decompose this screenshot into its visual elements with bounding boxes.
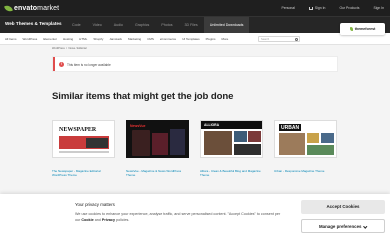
notice-accent-bar bbox=[53, 57, 55, 71]
personal-link[interactable]: Personal bbox=[282, 6, 295, 10]
subnav-ui-templates[interactable]: UI Templates bbox=[182, 37, 199, 41]
breadcrumb: WordPress / News / Editorial bbox=[52, 47, 87, 50]
cookie-text: We use cookies to enhance your experienc… bbox=[75, 212, 281, 222]
category-nav: Web Themes & Templates Code Video Audio … bbox=[0, 16, 390, 33]
unavailable-notice: ! This item is no longer available bbox=[52, 56, 338, 72]
category-items: Code Video Audio Graphics Photos 3D File… bbox=[66, 17, 250, 33]
cart-link[interactable]: Sign In bbox=[308, 6, 325, 10]
themeforest-badge[interactable]: themeforest bbox=[340, 23, 385, 35]
similar-items-heading: Similar items that might get the job don… bbox=[52, 91, 234, 102]
subnav-ecommerce[interactable]: eCommerce bbox=[160, 37, 176, 41]
category-code[interactable]: Code bbox=[66, 17, 87, 33]
item-thumbnail[interactable]: URBAN bbox=[274, 120, 337, 158]
logo-bold-text: envato bbox=[14, 4, 38, 12]
category-photos[interactable]: Photos bbox=[155, 17, 178, 33]
category-3d-files[interactable]: 3D Files bbox=[179, 17, 204, 33]
accept-cookies-button[interactable]: Accept Cookies bbox=[301, 200, 385, 214]
item-title-link[interactable]: Alliora - Clean & Beautiful Blog and Mag… bbox=[200, 169, 263, 177]
item-thumbnail[interactable]: NEWSPAPER bbox=[52, 120, 115, 158]
category-video[interactable]: Video bbox=[87, 17, 108, 33]
subnav-plugins[interactable]: Plugins bbox=[206, 37, 216, 41]
item-thumbnail[interactable]: ALLIORA bbox=[200, 120, 263, 158]
cookie-title: Your privacy matters bbox=[75, 202, 115, 207]
breadcrumb-news-editorial[interactable]: News / Editorial bbox=[69, 47, 87, 50]
top-header: envatomarket Personal Sign In Our Produc… bbox=[0, 0, 390, 16]
similar-items-list: NEWSPAPER The Newspaper - Magazine Edito… bbox=[52, 120, 338, 177]
sub-nav-items: All Items WordPress Elementor Hosting HT… bbox=[5, 33, 228, 45]
item-title-link[interactable]: The Newspaper - Magazine Editorial WordP… bbox=[52, 169, 115, 177]
similar-item-card[interactable]: NEWSPAPER The Newspaper - Magazine Edito… bbox=[52, 120, 115, 177]
themeforest-leaf-icon bbox=[349, 27, 354, 31]
thumbnail-brand: NewsVue bbox=[130, 124, 146, 128]
item-thumbnail[interactable]: NewsVue bbox=[126, 120, 189, 158]
logo-light-text: market bbox=[37, 4, 60, 12]
subnav-wordpress[interactable]: WordPress bbox=[23, 37, 38, 41]
category-web-themes[interactable]: Web Themes & Templates bbox=[5, 21, 62, 26]
themeforest-label: themeforest bbox=[354, 27, 376, 31]
subnav-all-items[interactable]: All Items bbox=[5, 37, 17, 41]
cookie-policy-link[interactable]: Cookie bbox=[81, 218, 93, 222]
chevron-down-icon bbox=[363, 223, 368, 228]
alert-icon: ! bbox=[59, 62, 64, 67]
cart-icon bbox=[308, 6, 313, 10]
category-graphics[interactable]: Graphics bbox=[129, 17, 155, 33]
envato-leaf-icon bbox=[4, 3, 13, 13]
category-audio[interactable]: Audio bbox=[108, 17, 129, 33]
item-title-link[interactable]: Urban - Responsive Magazine Theme bbox=[274, 169, 337, 173]
subnav-cms[interactable]: CMS bbox=[147, 37, 154, 41]
similar-item-card[interactable]: URBAN Urban - Responsive Magazine Theme bbox=[274, 120, 337, 177]
sign-in-link[interactable]: Sign In bbox=[373, 6, 384, 10]
subnav-html[interactable]: HTML bbox=[79, 37, 87, 41]
search-input[interactable]: Search bbox=[258, 35, 300, 42]
search-icon[interactable] bbox=[294, 37, 298, 41]
similar-item-card[interactable]: ALLIORA Alliora - Clean & Beautiful Blog… bbox=[200, 120, 263, 177]
subnav-marketing[interactable]: Marketing bbox=[128, 37, 141, 41]
privacy-policy-link[interactable]: Privacy bbox=[102, 218, 115, 222]
notice-text: This item is no longer available bbox=[67, 62, 111, 67]
breadcrumb-wordpress[interactable]: WordPress bbox=[52, 47, 65, 50]
category-unlimited-downloads[interactable]: Unlimited Downloads bbox=[203, 17, 250, 33]
similar-item-card[interactable]: NewsVue NewsVue - Magazine & News WordPr… bbox=[126, 120, 189, 177]
subnav-hosting[interactable]: Hosting bbox=[63, 37, 73, 41]
envato-market-logo[interactable]: envatomarket bbox=[4, 3, 60, 13]
breadcrumb-separator: / bbox=[66, 47, 68, 50]
subnav-elementor[interactable]: Elementor bbox=[43, 37, 57, 41]
our-products-link[interactable]: Our Products bbox=[339, 6, 359, 10]
sub-nav: All Items WordPress Elementor Hosting HT… bbox=[0, 33, 390, 45]
subnav-jamstack[interactable]: Jamstack bbox=[109, 37, 122, 41]
search-placeholder: Search bbox=[261, 37, 270, 41]
thumbnail-brand: ALLIORA bbox=[204, 123, 220, 127]
thumbnail-brand: NEWSPAPER bbox=[59, 127, 97, 133]
subnav-more[interactable]: More bbox=[222, 37, 229, 41]
manage-preferences-button[interactable]: Manage preferences bbox=[301, 219, 385, 233]
thumbnail-brand: URBAN bbox=[279, 124, 302, 131]
item-title-link[interactable]: NewsVue - Magazine & News WordPress Them… bbox=[126, 169, 189, 177]
subnav-shopify[interactable]: Shopify bbox=[93, 37, 103, 41]
header-links: Personal Sign In Our Products Sign In bbox=[282, 0, 385, 16]
